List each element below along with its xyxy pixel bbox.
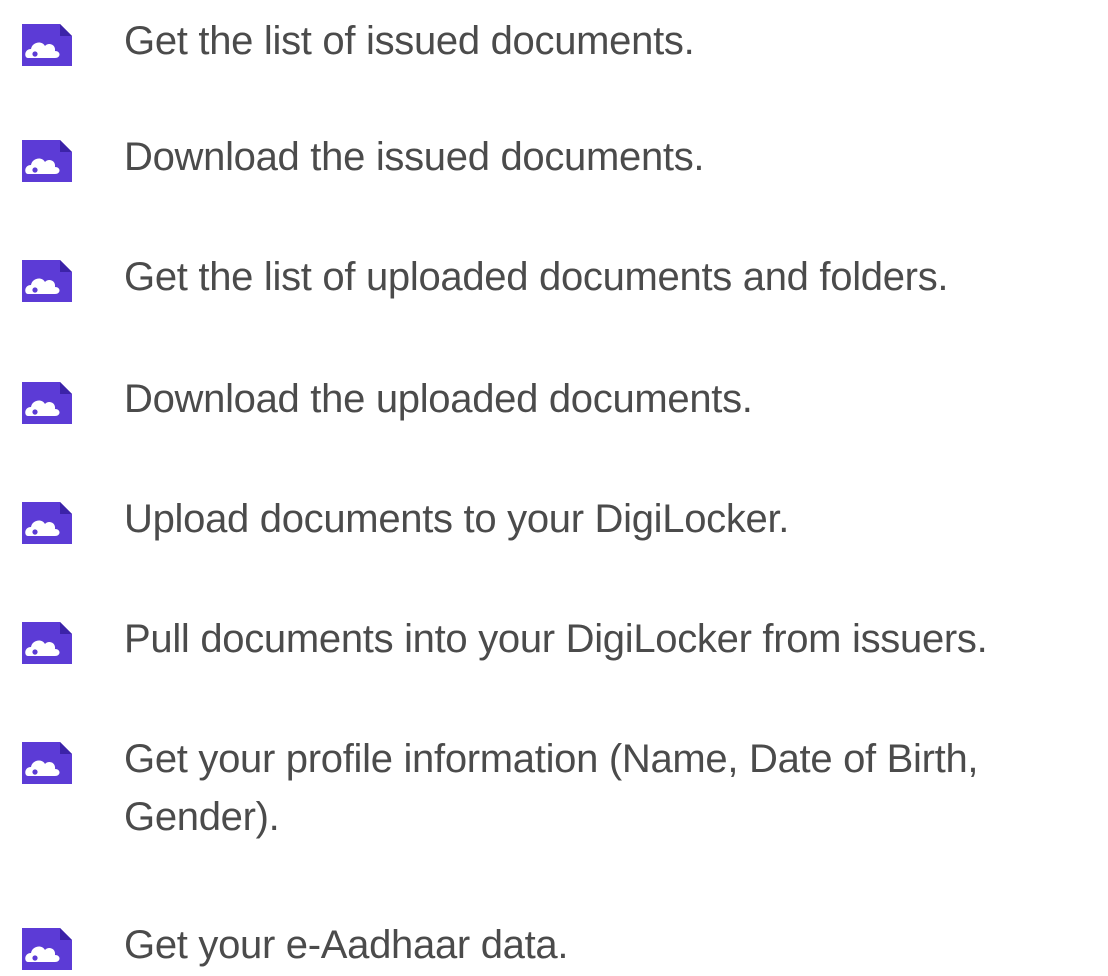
- list-item-label: Get your profile information (Name, Date…: [124, 737, 979, 839]
- list-item-label: Get your e-Aadhaar data.: [124, 923, 569, 967]
- list-item: Download the uploaded documents.: [20, 370, 1100, 428]
- cloud-document-icon: [20, 376, 86, 426]
- list-item: Upload documents to your DigiLocker.: [20, 490, 1100, 548]
- list-item-label: Upload documents to your DigiLocker.: [124, 497, 790, 541]
- list-item-label: Get the list of uploaded documents and f…: [124, 255, 949, 299]
- list-item: Pull documents into your DigiLocker from…: [20, 610, 1100, 668]
- list-item: Get your e-Aadhaar data.: [20, 916, 1100, 974]
- permission-list: Get the list of issued documents. Downlo…: [0, 0, 1108, 976]
- list-item: Get your profile information (Name, Date…: [20, 730, 1100, 846]
- list-item-label: Download the uploaded documents.: [124, 377, 753, 421]
- list-item-label: Download the issued documents.: [124, 135, 705, 179]
- cloud-document-icon: [20, 922, 86, 972]
- cloud-document-icon: [20, 254, 86, 304]
- cloud-document-icon: [20, 18, 86, 68]
- list-item-label: Get the list of issued documents.: [124, 19, 695, 63]
- list-item-label: Pull documents into your DigiLocker from…: [124, 617, 988, 661]
- cloud-document-icon: [20, 736, 86, 786]
- cloud-document-icon: [20, 616, 86, 666]
- list-item: Get the list of uploaded documents and f…: [20, 248, 1100, 306]
- list-item: Download the issued documents.: [20, 128, 1100, 186]
- cloud-document-icon: [20, 496, 86, 546]
- cloud-document-icon: [20, 134, 86, 184]
- list-item: Get the list of issued documents.: [20, 12, 1100, 70]
